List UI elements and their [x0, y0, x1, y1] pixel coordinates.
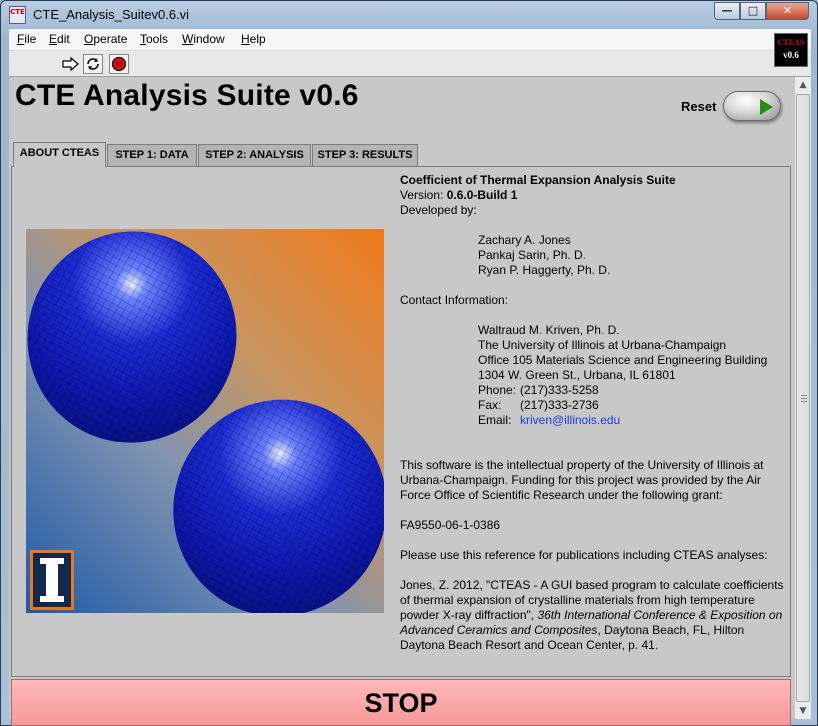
application-window: CTE CTE_Analysis_Suitev0.6.vi — □ ✕ File…	[0, 0, 818, 726]
front-panel: CTE Analysis Suite v0.6 Reset ABOUT CTEA…	[9, 77, 794, 726]
menu-operate[interactable]: Operate	[84, 32, 127, 46]
title-bar[interactable]: CTE CTE_Analysis_Suitev0.6.vi — □ ✕	[1, 1, 817, 29]
tab-step2-analysis[interactable]: STEP 2: ANALYSIS	[198, 144, 311, 166]
maximize-button[interactable]: □	[740, 2, 766, 20]
fax-label: Fax:	[478, 398, 502, 412]
reference-intro: Please use this reference for publicatio…	[400, 548, 768, 562]
toolbar	[9, 51, 811, 77]
play-icon	[760, 99, 773, 115]
vertical-scrollbar[interactable]: ▲ ▼	[794, 77, 811, 719]
illinois-i-icon	[40, 558, 64, 602]
fax-value: (217)333-2736	[520, 398, 599, 412]
window-controls: — □ ✕	[714, 2, 809, 20]
scroll-thumb[interactable]	[796, 94, 810, 702]
tab-about-cteas[interactable]: ABOUT CTEAS	[13, 142, 106, 167]
ip-statement: This software is the intellectual proper…	[400, 458, 764, 502]
grant-number: FA9550-06-1-0386	[400, 518, 501, 532]
menu-file-rest: ile	[24, 32, 37, 46]
menu-edit[interactable]: Edit	[49, 32, 70, 46]
contact-line: The University of Illinois at Urbana-Cha…	[478, 338, 727, 352]
reset-label: Reset	[681, 99, 717, 114]
tab-step1-data[interactable]: STEP 1: DATA	[107, 144, 197, 166]
window-client: File Edit Operate Tools Window Help CTEA…	[9, 29, 811, 726]
contact-line: 1304 W. Green St., Urbana, IL 61801	[478, 368, 676, 382]
email-label: Email:	[478, 413, 512, 427]
about-heading: Coefficient of Thermal Expansion Analysi…	[400, 173, 676, 187]
contact-line: Waltraud M. Kriven, Ph. D.	[478, 323, 620, 337]
fax-row: Fax: (217)333-2736	[400, 398, 784, 413]
developer-name: Zachary A. Jones	[478, 233, 571, 247]
scroll-down-icon[interactable]: ▼	[795, 703, 811, 719]
menu-bar: File Edit Operate Tools Window Help	[9, 29, 811, 51]
contact-line: Office 105 Materials Science and Enginee…	[478, 353, 768, 367]
menu-window[interactable]: Window	[182, 32, 225, 46]
abort-button[interactable]	[109, 54, 129, 74]
menu-tools[interactable]: Tools	[140, 32, 168, 46]
run-continuously-button[interactable]	[83, 54, 103, 74]
phone-label: Phone:	[478, 383, 517, 397]
app-icon[interactable]: CTE	[9, 6, 26, 24]
version-value: 0.6.0-Build 1	[446, 188, 518, 202]
scroll-up-icon[interactable]: ▲	[795, 77, 811, 93]
menu-file[interactable]: File	[17, 32, 36, 46]
minimize-icon: —	[721, 4, 733, 17]
contact-heading: Contact Information:	[400, 293, 509, 307]
illinois-logo	[30, 550, 74, 610]
tab-page-about: Coefficient of Thermal Expansion Analysi…	[11, 166, 791, 677]
maximize-icon: □	[747, 4, 759, 17]
reset-button[interactable]	[723, 91, 781, 121]
email-link[interactable]: kriven@illinois.edu	[520, 413, 620, 428]
phone-row: Phone: (217)333-5258	[400, 383, 784, 398]
tab-step3-results[interactable]: STEP 3: RESULTS	[312, 144, 418, 166]
developer-name: Ryan P. Haggerty, Ph. D.	[478, 263, 611, 277]
email-row: Email: kriven@illinois.edu	[400, 413, 784, 428]
page-title: CTE Analysis Suite v0.6	[15, 79, 359, 112]
vi-icon[interactable]: CTEAS v0.6	[774, 33, 808, 67]
minimize-button[interactable]: —	[714, 2, 740, 20]
version-line: Version: 0.6.0-Build 1	[400, 188, 518, 202]
abort-icon	[111, 56, 127, 72]
developer-name: Pankaj Sarin, Ph. D.	[478, 248, 587, 262]
run-button[interactable]	[61, 54, 81, 74]
close-icon: ✕	[782, 4, 793, 17]
close-button[interactable]: ✕	[766, 2, 809, 20]
thermal-expansion-illustration	[26, 229, 384, 613]
developed-by-label: Developed by:	[400, 203, 477, 217]
run-continuously-icon	[87, 58, 99, 70]
about-text: Coefficient of Thermal Expansion Analysi…	[400, 173, 784, 653]
window-title: CTE_Analysis_Suitev0.6.vi	[33, 7, 190, 22]
phone-value: (217)333-5258	[520, 383, 599, 397]
menu-help[interactable]: Help	[241, 32, 266, 46]
stop-button[interactable]: STOP	[11, 679, 791, 726]
citation: Jones, Z. 2012, "CTEAS - A GUI based pro…	[400, 578, 784, 652]
run-arrow-icon	[62, 57, 79, 71]
